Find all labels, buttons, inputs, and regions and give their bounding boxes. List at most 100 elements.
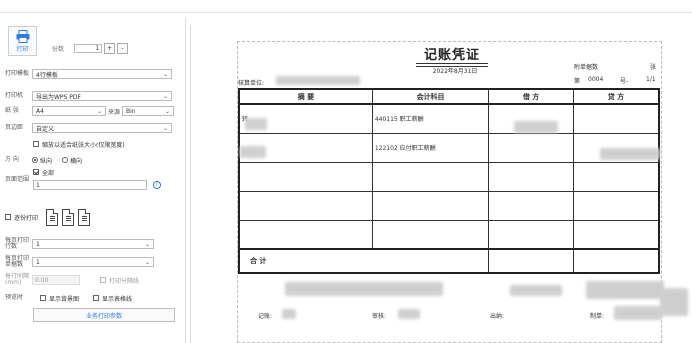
page-range-input[interactable]: 1 (33, 180, 147, 190)
copies-decrement-button[interactable]: - (117, 42, 129, 54)
row-credit (572, 103, 660, 134)
chevron-down-icon: ⌄ (162, 124, 168, 132)
total-credit-redacted (586, 281, 664, 299)
business-print-params-label: 业务打印参数 (85, 312, 122, 320)
printer-icon (16, 29, 29, 43)
voucher-number-prefix: 第 (574, 78, 581, 85)
source-value: Bin (126, 107, 136, 115)
voucher-row: 122102 应付职工薪酬 (238, 132, 660, 163)
chevron-down-icon: ⌄ (96, 107, 102, 115)
voucher-number-suffix: 号- (620, 78, 629, 85)
print-settings-panel: 打印 份数 1 + - 打印模板 4行模板 ⌄ 打印机 导出为WPS PDF ⌄… (0, 18, 186, 343)
voucher-row (238, 219, 660, 250)
bookkeeper-label: 记账: (258, 313, 273, 320)
portrait-radio[interactable] (32, 157, 38, 163)
source-select[interactable]: Bin ⌄ (122, 106, 175, 116)
template-value: 4行模板 (36, 71, 58, 79)
chevron-down-icon: ⌄ (162, 70, 168, 78)
chevron-down-icon: ⌄ (164, 107, 171, 115)
rows-per-page-value: 1 (36, 240, 40, 248)
bookkeeper-redacted (282, 309, 296, 319)
total-amount-words-redacted (285, 282, 443, 296)
total-debit (488, 248, 574, 274)
row2-summary-redacted (240, 146, 266, 158)
paper-label: 纸 张 (5, 107, 19, 114)
chevron-down-icon: ⌄ (162, 92, 168, 100)
vouchers-per-page-select[interactable]: 1 ⌄ (32, 257, 154, 267)
paper-value: A4 (36, 107, 44, 115)
show-background-label: 显示背景图 (49, 295, 80, 303)
col-debit-header: 借 方 (488, 88, 574, 105)
voucher-row: 转 440115 职工薪酬 (238, 103, 660, 134)
printer-select[interactable]: 导出为WPS PDF ⌄ (32, 91, 172, 101)
print-divider-checkbox[interactable] (100, 277, 106, 283)
auditor-redacted (398, 309, 420, 319)
row-account: 122102 应付职工薪酬 (371, 132, 490, 163)
voucher-row (238, 190, 660, 221)
printer-label: 打印机 (5, 92, 24, 99)
landscape-radio[interactable] (62, 157, 69, 163)
show-gridlines-checkbox[interactable] (93, 295, 100, 301)
auditor-label: 审核: (372, 313, 387, 320)
page-fraction: 1/1 (646, 76, 656, 83)
row2-credit-redacted (600, 148, 660, 160)
row-account: 440115 职工薪酬 (371, 103, 490, 134)
attachment-count-label: 附单据数 (574, 64, 599, 71)
template-select[interactable]: 4行模板 ⌄ (32, 69, 172, 79)
col-account-header: 会计科目 (371, 88, 490, 105)
chevron-down-icon: ⌄ (144, 240, 150, 248)
printer-value: 导出为WPS PDF (36, 93, 81, 101)
source-label: 来源 (108, 108, 121, 116)
vouchers-per-page-value: 1 (36, 258, 40, 266)
print-divider-label: 打印分隔线 (109, 277, 140, 285)
show-background-checkbox[interactable] (40, 295, 46, 301)
print-button[interactable]: 打印 (8, 26, 37, 56)
voucher-row (238, 161, 660, 192)
voucher-header-row: 摘 要 会计科目 借 方 贷 方 (238, 88, 660, 105)
voucher-total-row: 合 计 (238, 248, 660, 274)
copies-label: 份数 (52, 45, 65, 53)
scale-checkbox[interactable] (33, 141, 39, 147)
row-debit (488, 132, 574, 163)
side-redacted (660, 288, 688, 316)
chevron-down-icon: ⌄ (144, 258, 150, 266)
template-label: 打印模板 (5, 70, 30, 77)
copies-increment-button[interactable]: + (104, 42, 116, 54)
maker-redacted (614, 306, 662, 320)
all-pages-label: 全部 (42, 169, 55, 177)
preview-label: 预览时 (5, 294, 24, 301)
page-range-label: 页面范围 (5, 176, 30, 183)
voucher-table: 摘 要 会计科目 借 方 贷 方 转 440115 职工薪酬 122102 应付… (238, 88, 660, 274)
collate-checkbox[interactable] (5, 214, 11, 220)
margin-value: 自定义 (36, 125, 55, 133)
rows-per-page-select[interactable]: 1 ⌄ (32, 239, 154, 249)
collate-page-icon (62, 208, 75, 226)
voucher-title: 记账凭证 (423, 48, 480, 63)
spacing-input[interactable]: 0.00 (32, 275, 80, 285)
voucher-number: 0004 (588, 76, 604, 83)
spacing-label: 每行间隔(mm) (5, 273, 30, 286)
paper-select[interactable]: A4 ⌄ (32, 106, 106, 116)
portrait-label: 纵向 (40, 157, 53, 165)
print-button-label: 打印 (16, 45, 29, 53)
vouchers-per-page-label: 每页打印单据数 (5, 255, 30, 268)
collate-label: 逐份打印 (14, 214, 39, 222)
margin-label: 页边距 (5, 124, 24, 131)
accounting-unit-value-redacted (276, 76, 360, 85)
total-label: 合 计 (238, 248, 490, 274)
margin-select[interactable]: 自定义 ⌄ (32, 123, 172, 133)
collate-page-icon (46, 208, 59, 226)
all-pages-checkbox[interactable] (33, 169, 39, 175)
collate-page-icon (78, 208, 91, 226)
scale-label: 缩放以适合纸张大小(仅限宽度) (42, 141, 125, 149)
copies-input[interactable]: 1 (74, 43, 103, 53)
direction-label: 方 向 (5, 156, 19, 163)
total-label-text: 合 计 (250, 257, 267, 265)
business-print-params-button[interactable]: 业务打印参数 (33, 308, 175, 322)
info-icon[interactable]: i (153, 181, 161, 189)
row1-debit-redacted (514, 121, 558, 133)
col-summary-header: 摘 要 (238, 88, 373, 105)
cashier-label: 出纳: (490, 313, 505, 320)
voucher-date: 2022年8月31日 (432, 68, 478, 75)
total-debit-redacted (510, 285, 562, 296)
